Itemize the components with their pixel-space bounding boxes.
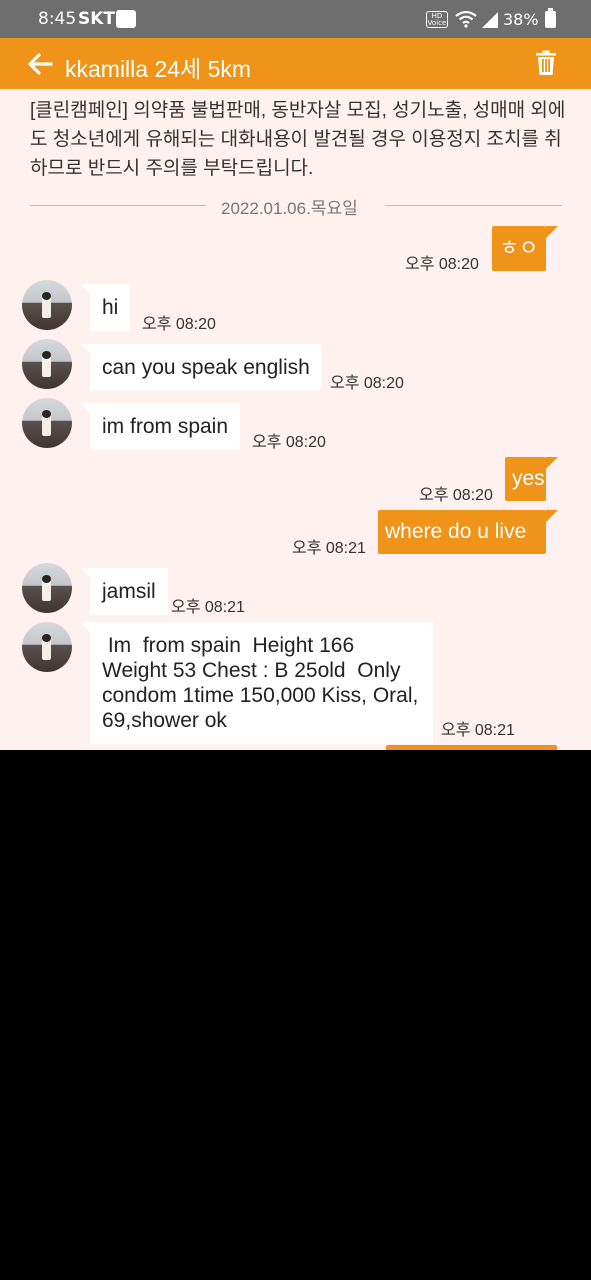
outgoing-message[interactable]: where do u live xyxy=(378,510,558,554)
avatar[interactable] xyxy=(22,622,72,672)
carrier-badge-icon xyxy=(116,10,136,28)
outgoing-message[interactable]: yes xyxy=(505,457,558,501)
trash-icon[interactable] xyxy=(534,50,558,76)
message-time: 오후 08:21 xyxy=(171,599,245,616)
chat-title: kkamilla 24세 5km xyxy=(65,56,252,82)
blank-area xyxy=(0,750,591,1280)
date-separator: 2022.01.06.목요일 xyxy=(30,193,562,218)
signal-icon xyxy=(482,12,498,28)
message-time: 오후 08:21 xyxy=(292,540,366,557)
incoming-message[interactable]: hi xyxy=(80,284,131,331)
hd-voice-icon: HD Voice xyxy=(426,11,448,28)
avatar[interactable] xyxy=(22,398,72,448)
divider xyxy=(30,205,206,206)
status-carrier: SKT xyxy=(78,9,116,29)
wifi-icon xyxy=(455,10,477,28)
status-bar: 8:45 SKT HD Voice 38% xyxy=(0,0,591,38)
incoming-message[interactable]: can you speak english xyxy=(81,344,322,391)
message-time: 오후 08:20 xyxy=(252,434,326,451)
clean-campaign-notice: [클린캠페인] 의약품 불법판매, 동반자살 모집, 성기노출, 성매매 외에도… xyxy=(30,100,566,179)
avatar[interactable] xyxy=(22,280,72,330)
battery-icon xyxy=(545,8,556,28)
message-time: 오후 08:20 xyxy=(419,487,493,504)
message-time: 오후 08:20 xyxy=(330,375,404,392)
message-time: 오후 08:20 xyxy=(405,256,479,273)
date-label: 2022.01.06.목요일 xyxy=(221,199,358,218)
divider xyxy=(385,205,562,206)
battery-percent: 38% xyxy=(503,10,539,29)
incoming-message[interactable]: im from spain xyxy=(80,403,241,450)
avatar[interactable] xyxy=(22,339,72,389)
incoming-message[interactable]: jamsil xyxy=(81,568,168,615)
back-arrow-icon[interactable] xyxy=(26,50,54,78)
status-time: 8:45 xyxy=(38,9,77,29)
message-time: 오후 08:20 xyxy=(142,316,216,333)
outgoing-message[interactable]: ㅎㅇ xyxy=(492,226,558,271)
incoming-message[interactable]: Im from spain Height 166 Weight 53 Chest… xyxy=(81,622,433,744)
chat-header: kkamilla 24세 5km xyxy=(0,38,591,89)
message-time: 오후 08:21 xyxy=(441,722,515,739)
avatar[interactable] xyxy=(22,563,72,613)
chat-area[interactable]: [클린캠페인] 의약품 불법판매, 동반자살 모집, 성기노출, 성매매 외에도… xyxy=(0,89,591,750)
